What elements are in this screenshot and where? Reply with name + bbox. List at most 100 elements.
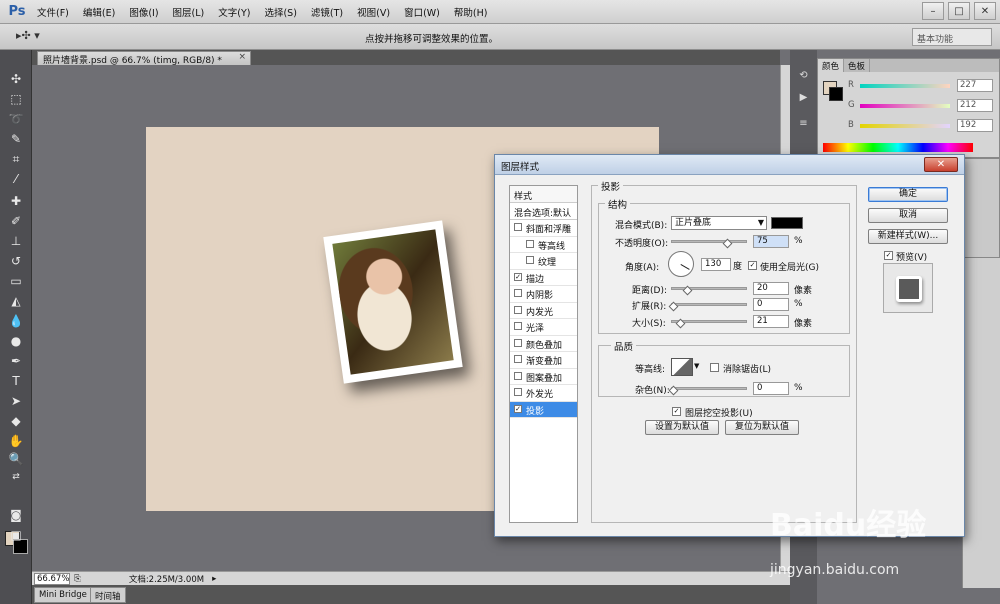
close-tab-icon[interactable]: × (238, 52, 246, 62)
style-item[interactable]: ✓ 描边 (510, 270, 577, 286)
style-item[interactable]: 光泽 (510, 319, 577, 336)
style-item[interactable]: ✓ 投影 (510, 401, 577, 418)
style-item[interactable]: 纹理 (510, 253, 577, 270)
menu-select[interactable]: 选择(S) (257, 5, 303, 19)
maximize-icon[interactable]: □ (948, 2, 970, 20)
menu-view[interactable]: 视图(V) (350, 5, 397, 19)
antialias-checkbox[interactable] (710, 363, 719, 372)
contour-picker[interactable] (671, 358, 693, 376)
style-checkbox[interactable] (514, 355, 522, 363)
history-panel-icon[interactable]: ⟲ (795, 68, 812, 84)
style-item[interactable]: 外发光 (510, 385, 577, 402)
style-checkbox[interactable] (514, 223, 522, 231)
close-icon[interactable]: ✕ (974, 2, 996, 20)
style-checkbox[interactable]: ✓ (514, 272, 522, 281)
menu-edit[interactable]: 编辑(E) (76, 5, 122, 19)
status-menu-arrow-icon[interactable]: ▸ (212, 574, 216, 584)
screen-mode-icon[interactable]: ▣ (6, 526, 26, 544)
style-checkbox[interactable] (526, 256, 534, 264)
type-tool-icon[interactable]: T (6, 372, 26, 390)
hand-tool-icon[interactable]: ✋ (6, 432, 26, 450)
cancel-button[interactable]: 取消 (868, 208, 948, 223)
blending-options[interactable]: 混合选项:默认 (510, 203, 577, 220)
knockout-checkbox[interactable]: ✓ (672, 407, 681, 416)
path-select-tool-icon[interactable]: ➤ (6, 392, 26, 410)
green-slider[interactable] (860, 104, 950, 108)
style-item[interactable]: 内阴影 (510, 286, 577, 303)
distance-input[interactable]: 20 (753, 282, 789, 295)
brush-tool-icon[interactable]: ✐ (6, 212, 26, 230)
menu-help[interactable]: 帮助(H) (447, 5, 495, 19)
crop-tool-icon[interactable]: ⌗ (6, 150, 26, 168)
contour-dropdown-icon[interactable]: ▼ (694, 362, 699, 370)
style-checkbox[interactable] (514, 338, 522, 347)
reset-default-button[interactable]: 复位为默认值 (725, 420, 799, 435)
style-checkbox[interactable] (514, 289, 522, 297)
properties-panel-icon[interactable]: ≡ (795, 116, 812, 132)
photo-layer[interactable] (323, 220, 463, 384)
lasso-tool-icon[interactable]: ➰ (6, 110, 26, 128)
style-checkbox[interactable] (514, 371, 522, 380)
eyedropper-tool-icon[interactable]: ⁄ (6, 170, 26, 188)
styles-header[interactable]: 样式 (510, 186, 577, 203)
red-value[interactable]: 227 (957, 79, 993, 92)
menu-window[interactable]: 窗口(W) (397, 5, 447, 19)
style-item[interactable]: 斜面和浮雕 (510, 220, 577, 237)
red-slider[interactable] (860, 84, 950, 88)
tab-color[interactable]: 颜色 (818, 59, 845, 72)
blend-mode-select[interactable]: 正片叠底 ▼ (671, 216, 767, 230)
shape-tool-icon[interactable]: ◆ (6, 412, 26, 430)
noise-input[interactable]: 0 (753, 382, 789, 395)
menu-layer[interactable]: 图层(L) (166, 5, 212, 19)
dialog-close-icon[interactable]: ✕ (924, 157, 958, 172)
export-icon[interactable]: ⎘ (74, 574, 81, 584)
move-tool-icon[interactable]: ✣ (6, 70, 26, 88)
eraser-tool-icon[interactable]: ▭ (6, 272, 26, 290)
style-checkbox[interactable] (514, 388, 522, 396)
style-item[interactable]: 颜色叠加 (510, 336, 577, 352)
tab-swatches[interactable]: 色板 (844, 59, 871, 72)
workspace-select[interactable]: 基本功能 (912, 28, 992, 46)
menu-file[interactable]: 文件(F) (30, 5, 76, 19)
spread-slider[interactable] (671, 303, 747, 306)
noise-slider[interactable] (671, 387, 747, 390)
clone-stamp-tool-icon[interactable]: ⊥ (6, 232, 26, 250)
move-tool-preset-icon[interactable]: ▸✣ ▾ (16, 29, 40, 42)
color-spectrum[interactable] (823, 143, 973, 152)
pen-tool-icon[interactable]: ✒ (6, 352, 26, 370)
make-default-button[interactable]: 设置为默认值 (645, 420, 719, 435)
menu-filter[interactable]: 滤镜(T) (304, 5, 350, 19)
style-checkbox[interactable] (514, 322, 522, 330)
angle-dial[interactable] (668, 251, 694, 277)
blue-slider[interactable] (860, 124, 950, 128)
style-checkbox[interactable] (526, 239, 534, 248)
style-item[interactable]: 图案叠加 (510, 369, 577, 385)
size-input[interactable]: 21 (753, 315, 789, 328)
style-item[interactable]: 内发光 (510, 303, 577, 319)
color-panel-background-swatch[interactable] (829, 87, 843, 101)
dodge-tool-icon[interactable]: ● (6, 332, 26, 350)
preview-checkbox[interactable]: ✓ (884, 251, 893, 260)
blue-value[interactable]: 192 (957, 119, 993, 132)
new-style-button[interactable]: 新建样式(W)... (868, 229, 948, 244)
marquee-tool-icon[interactable]: ⬚ (6, 90, 26, 108)
ok-button[interactable]: 确定 (868, 187, 948, 202)
menu-type[interactable]: 文字(Y) (211, 5, 257, 19)
tab-timeline[interactable]: 时间轴 (90, 587, 126, 603)
style-checkbox[interactable] (514, 305, 522, 314)
blur-tool-icon[interactable]: 💧 (6, 312, 26, 330)
angle-input[interactable]: 130 (701, 258, 731, 271)
spread-input[interactable]: 0 (753, 298, 789, 311)
style-checkbox[interactable]: ✓ (514, 404, 522, 413)
style-item[interactable]: 等高线 (510, 237, 577, 253)
global-light-checkbox[interactable]: ✓ (748, 261, 757, 270)
minimize-icon[interactable]: – (922, 2, 944, 20)
quick-select-tool-icon[interactable]: ✎ (6, 130, 26, 148)
history-brush-tool-icon[interactable]: ↺ (6, 252, 26, 270)
opacity-input[interactable]: 75 (753, 235, 789, 248)
document-tab[interactable]: 照片墙背景.psd @ 66.7% (timg, RGB/8) * × (37, 51, 251, 66)
zoom-level-field[interactable]: 66.67% (34, 572, 70, 585)
menu-image[interactable]: 图像(I) (122, 5, 165, 19)
style-item[interactable]: 渐变叠加 (510, 352, 577, 369)
shadow-color-swatch[interactable] (771, 217, 803, 229)
